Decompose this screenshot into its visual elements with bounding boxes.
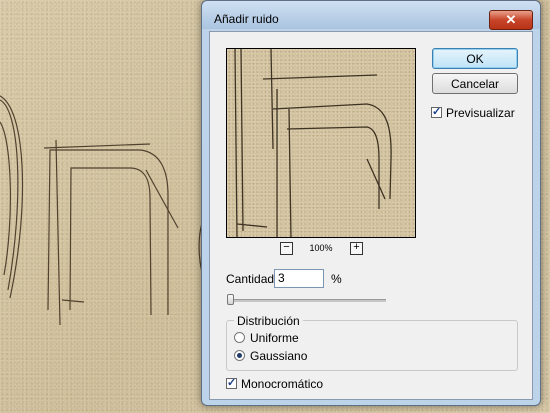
preview-label: Previsualizar (446, 106, 515, 120)
radio-uniform[interactable] (234, 332, 245, 343)
distribution-title: Distribución (234, 314, 303, 328)
dialog-body: − 100% + OK Cancelar Previsualizar Canti… (209, 31, 533, 400)
amount-slider-track[interactable] (230, 299, 386, 302)
amount-slider-thumb[interactable] (227, 294, 234, 305)
plus-icon: + (353, 241, 360, 253)
minus-icon: − (283, 241, 290, 253)
close-button[interactable]: ✕ (489, 10, 533, 30)
cancel-button[interactable]: Cancelar (432, 73, 518, 94)
zoom-level: 100% (309, 243, 333, 253)
amount-label: Cantidad: (226, 272, 278, 286)
dialog-title: Añadir ruido (214, 12, 279, 26)
radio-uniform-label: Uniforme (250, 331, 299, 345)
zoom-controls: − 100% + (280, 242, 364, 256)
dialog-title-bar[interactable]: Añadir ruido ✕ (202, 1, 540, 30)
radio-gaussian[interactable] (234, 350, 245, 361)
amount-input[interactable]: 3 (274, 269, 324, 288)
monochromatic-label: Monocromático (241, 377, 324, 391)
close-icon: ✕ (505, 12, 517, 27)
preview-checkbox[interactable] (431, 105, 442, 118)
zoom-out-button[interactable]: − (280, 242, 293, 255)
amount-unit: % (331, 272, 342, 286)
preview-pane[interactable] (226, 48, 416, 238)
preview-sketch (234, 49, 392, 237)
ok-button[interactable]: OK (432, 48, 518, 69)
monochromatic-checkbox[interactable] (226, 376, 237, 389)
add-noise-dialog: Añadir ruido ✕ − 100% + OK Cancelar ✓ Pr… (201, 0, 541, 406)
radio-gaussian-label: Gaussiano (250, 349, 308, 363)
zoom-in-button[interactable]: + (350, 242, 363, 255)
